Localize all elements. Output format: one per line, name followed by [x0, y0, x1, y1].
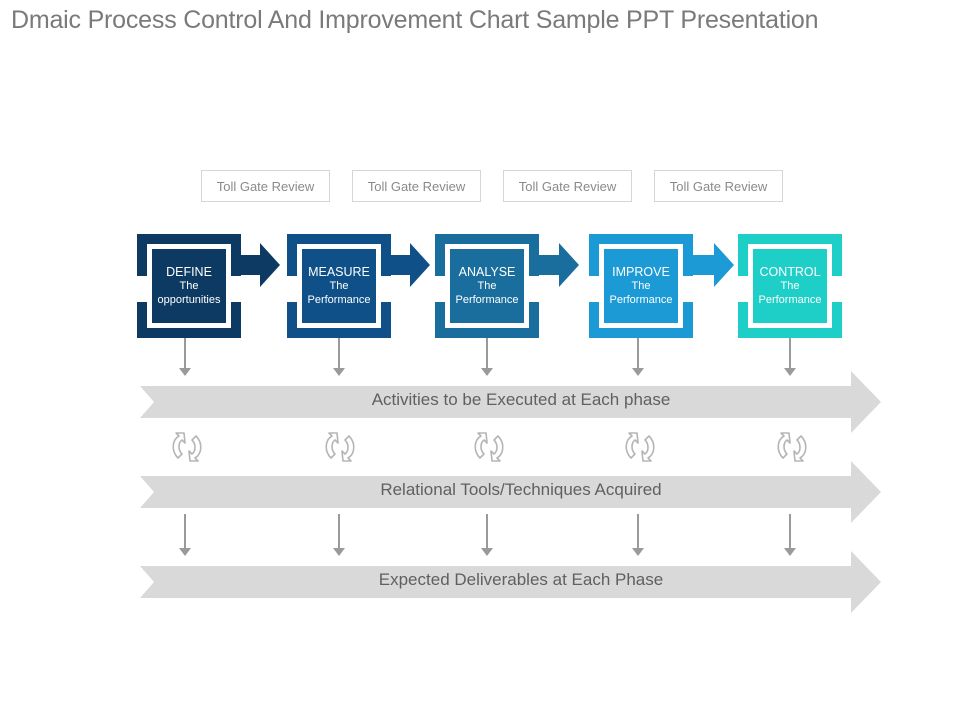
- phase-measure: MEASURE The Performance: [287, 234, 391, 338]
- toll-gate-review-1: Toll Gate Review: [201, 170, 330, 202]
- phase-analyse: ANALYSE The Performance: [435, 234, 539, 338]
- phase-subtitle-1: The: [477, 280, 497, 292]
- phase-improve: IMPROVE The Performance: [589, 234, 693, 338]
- phase-subtitle-2: Performance: [609, 294, 673, 306]
- toll-gate-review-2: Toll Gate Review: [352, 170, 481, 202]
- phase-name: IMPROVE: [612, 265, 670, 279]
- phase-define: DEFINE The opportunities: [137, 234, 241, 338]
- slide-title: Dmaic Process Control And Improvement Ch…: [11, 6, 819, 34]
- phase-control: CONTROL The Performance: [738, 234, 842, 338]
- phase-name: DEFINE: [166, 265, 212, 279]
- phase-subtitle-1: The: [329, 280, 349, 292]
- phase-subtitle-1: The: [780, 280, 800, 292]
- toll-gate-review-3: Toll Gate Review: [503, 170, 632, 202]
- band-deliverables: Expected Deliverables at Each Phase: [140, 551, 881, 613]
- band-tools: Relational Tools/Techniques Acquired: [140, 461, 881, 523]
- connector-arrow-1: [236, 243, 280, 287]
- phase-subtitle-1: The: [631, 280, 651, 292]
- phase-subtitle-1: The: [179, 280, 199, 292]
- phase-name: ANALYSE: [458, 265, 516, 279]
- phase-subtitle-2: Performance: [307, 294, 371, 306]
- connector-arrow-2: [386, 243, 430, 287]
- toll-gate-review-4: Toll Gate Review: [654, 170, 783, 202]
- band-activities: Activities to be Executed at Each phase: [140, 371, 881, 433]
- phase-subtitle-2: Performance: [758, 294, 822, 306]
- phase-name: MEASURE: [308, 265, 370, 279]
- connector-arrow-3: [535, 243, 579, 287]
- phase-subtitle-2: Performance: [455, 294, 519, 306]
- phase-name: CONTROL: [759, 265, 821, 279]
- band-label: Activities to be Executed at Each phase: [371, 390, 671, 409]
- phase-subtitle-2: opportunities: [157, 294, 221, 306]
- band-label: Expected Deliverables at Each Phase: [378, 570, 664, 589]
- band-label: Relational Tools/Techniques Acquired: [380, 480, 662, 499]
- connector-arrow-4: [690, 243, 734, 287]
